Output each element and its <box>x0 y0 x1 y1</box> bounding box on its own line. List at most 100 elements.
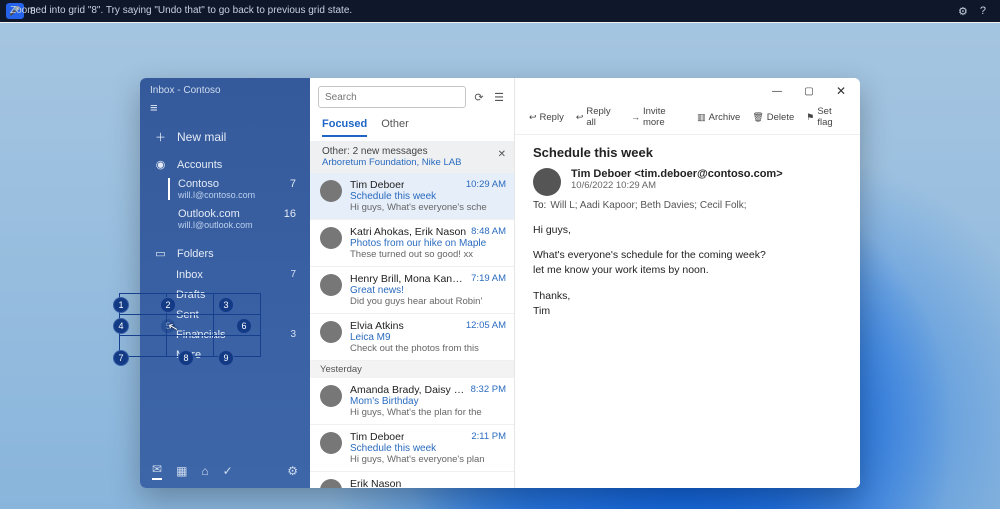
close-button[interactable]: ✕ <box>826 84 856 98</box>
tab-other[interactable]: Other <box>381 114 409 137</box>
avatar <box>320 432 342 454</box>
account-name: Outlook.com <box>178 208 240 220</box>
other-banner-title: Other: 2 new messages <box>322 146 490 157</box>
message-time: 8:32 PM <box>471 384 506 396</box>
message-subject: Schedule this week <box>350 191 506 202</box>
grid-number: 6 <box>236 318 252 334</box>
message-time: 8:48 AM <box>471 226 506 238</box>
message-subject: Schedule this week <box>350 443 506 454</box>
message-time: 7:19 AM <box>471 273 506 285</box>
forward-button[interactable]: →Invite more <box>631 106 685 128</box>
calendar-nav-icon[interactable]: ▦ <box>176 464 187 478</box>
day-header: Yesterday <box>310 361 514 378</box>
select-icon[interactable]: ☰ <box>492 91 506 104</box>
account-count: 7 <box>290 178 296 190</box>
tab-focused[interactable]: Focused <box>322 114 367 137</box>
grid-number: 8 <box>178 350 194 366</box>
grid-number: 4 <box>113 318 129 334</box>
minimize-button[interactable]: — <box>762 86 792 97</box>
message-item[interactable]: Tim Deboer 2:11 PMSchedule this weekHi gu… <box>310 425 514 472</box>
message-preview: Did you guys hear about Robin' <box>350 296 506 307</box>
message-subject: Great news! <box>350 285 506 296</box>
other-banner-senders: Arboretum Foundation, Nike LAB <box>322 157 490 168</box>
avatar <box>320 180 342 202</box>
message-subject: Leica M9 <box>350 332 506 343</box>
grid-number: 2 <box>160 297 176 313</box>
close-icon[interactable]: ✕ <box>498 149 506 160</box>
menu-icon[interactable]: ≡ <box>140 98 310 121</box>
todo-nav-icon[interactable]: ✓ <box>223 464 233 478</box>
search-input[interactable] <box>318 86 466 108</box>
avatar <box>320 479 342 488</box>
message-preview: Hi guys, What's everyone's sche <box>350 202 506 213</box>
folders-header[interactable]: ▭ Folders <box>140 242 310 265</box>
message-subject: Photos from our hike on Maple <box>350 238 506 249</box>
body-line: Hi guys, <box>533 223 842 238</box>
message-from: Tim Deboer <box>350 431 404 443</box>
forward-icon: → <box>631 112 640 122</box>
settings-nav-icon[interactable]: ⚙ <box>287 464 298 478</box>
message-time: 10:29 AM <box>466 179 506 191</box>
message-item[interactable]: Tim Deboer 10:29 AMSchedule this weekHi g… <box>310 173 514 220</box>
archive-button[interactable]: ▥Archive <box>697 106 740 128</box>
grid-number: 9 <box>218 350 234 366</box>
maximize-button[interactable]: ▢ <box>794 86 824 97</box>
message-preview: Hi guys, What's the plan for the <box>350 407 506 418</box>
account-contoso[interactable]: Contoso 7 will.l@contoso.com <box>140 176 310 206</box>
account-email: will.l@contoso.com <box>178 190 296 200</box>
voice-access-bar: 🎤 8 Zoomed into grid "8". Try saying "Un… <box>0 0 1000 22</box>
message-subject: Schedule this week <box>533 145 842 160</box>
account-email: will.l@outlook.com <box>178 220 296 230</box>
account-name: Contoso <box>178 178 219 190</box>
refresh-icon[interactable]: ⟳ <box>472 91 486 104</box>
mail-window: Inbox - Contoso ≡ ＋ New mail ◉ Accounts … <box>140 78 860 488</box>
recipients: To:Will L; Aadi Kapoor; Beth Davies; Cec… <box>533 200 842 211</box>
account-count: 16 <box>284 208 296 220</box>
message-time: 2:11 PM <box>471 431 506 443</box>
message-preview: These turned out so good! xx <box>350 249 506 260</box>
folder-icon: ▭ <box>154 247 167 260</box>
message-from: Henry Brill, Mona Kane, Cecil F <box>350 273 467 285</box>
reading-pane: — ▢ ✕ ↩Reply ↩Reply all →Invite more ▥Ar… <box>515 78 860 488</box>
person-icon: ◉ <box>154 158 167 171</box>
plus-icon: ＋ <box>154 129 167 145</box>
grid-number: 3 <box>218 297 234 313</box>
grid-number: 7 <box>113 350 129 366</box>
mail-nav-icon[interactable]: ✉ <box>152 462 162 480</box>
archive-icon: ▥ <box>697 112 706 123</box>
message-item[interactable]: Erik Nason <box>310 472 514 488</box>
message-from: Amanda Brady, Daisy Phillips <box>350 384 467 396</box>
sender-name: Tim Deboer <tim.deboer@contoso.com> <box>571 168 783 180</box>
folder-inbox[interactable]: Inbox7 <box>176 265 310 285</box>
new-mail-button[interactable]: ＋ New mail <box>140 121 310 153</box>
message-list: ⟳ ☰ Focused Other Other: 2 new messages … <box>310 78 515 488</box>
message-preview: Check out the photos from this <box>350 343 506 354</box>
body-line: Thanks, Tim <box>533 289 842 319</box>
reply-icon: ↩ <box>529 112 537 123</box>
reply-button[interactable]: ↩Reply <box>529 106 564 128</box>
window-title: Inbox - Contoso <box>140 78 310 98</box>
accounts-label: Accounts <box>177 159 300 171</box>
reply-all-button[interactable]: ↩Reply all <box>576 106 619 128</box>
message-from: Tim Deboer <box>350 179 404 191</box>
message-item[interactable]: Elvia Atkins12:05 AMLeica M9Check out th… <box>310 314 514 361</box>
sidebar: Inbox - Contoso ≡ ＋ New mail ◉ Accounts … <box>140 78 310 488</box>
grid-number: 1 <box>113 297 129 313</box>
message-item[interactable]: Katri Ahokas, Erik Nason 8:48 AMPhotos fr… <box>310 220 514 267</box>
voice-status-message: Zoomed into grid "8". Try saying "Undo t… <box>0 0 1000 23</box>
message-item[interactable]: Henry Brill, Mona Kane, Cecil F 7:19 AMGr… <box>310 267 514 314</box>
message-preview: Hi guys, What's everyone's plan <box>350 454 506 465</box>
delete-button[interactable]: 🗑Delete <box>752 106 794 128</box>
folders-label: Folders <box>177 248 300 260</box>
account-outlook[interactable]: Outlook.com 16 will.l@outlook.com <box>140 206 310 236</box>
flag-button[interactable]: ⚑Set flag <box>806 106 846 128</box>
message-from: Erik Nason <box>350 478 401 488</box>
people-nav-icon[interactable]: ⌂ <box>201 464 208 478</box>
message-item[interactable]: Amanda Brady, Daisy Phillips 8:32 PMMom's… <box>310 378 514 425</box>
message-from: Katri Ahokas, Erik Nason <box>350 226 466 238</box>
delete-icon: 🗑 <box>752 112 763 123</box>
accounts-header[interactable]: ◉ Accounts <box>140 153 310 176</box>
other-messages-banner[interactable]: Other: 2 new messages Arboretum Foundati… <box>310 141 514 173</box>
message-from: Elvia Atkins <box>350 320 404 332</box>
message-subject: Mom's Birthday <box>350 396 506 407</box>
